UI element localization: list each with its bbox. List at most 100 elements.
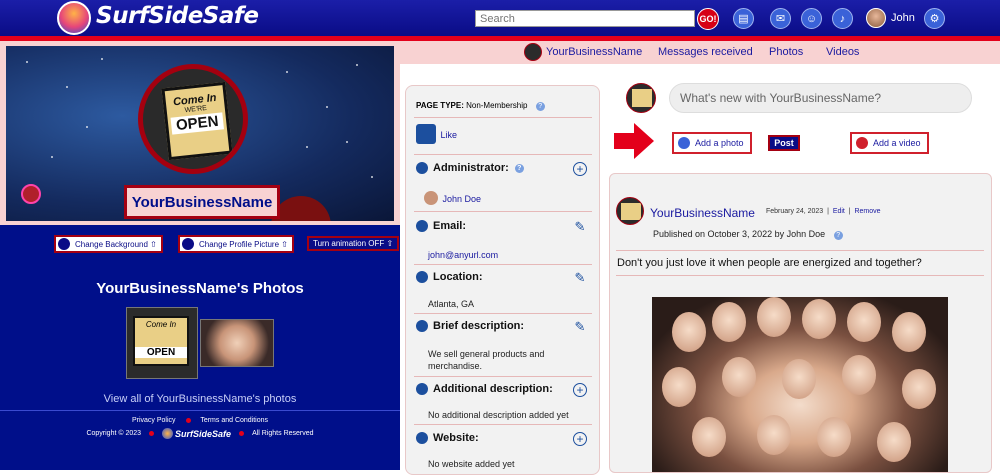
help-icon[interactable]: ? xyxy=(833,231,843,240)
sign-line-3: OPEN xyxy=(170,112,225,135)
like-label: Like xyxy=(440,130,457,141)
brief-description-value: We sell general products and merchandise… xyxy=(428,349,545,371)
add-photo-label: Add a photo xyxy=(695,138,744,148)
globe-icon xyxy=(416,432,428,444)
admin-avatar xyxy=(424,190,438,205)
location-title: Location: xyxy=(433,271,483,283)
status-input[interactable]: What's new with YourBusinessName? xyxy=(669,83,972,113)
email-icon xyxy=(416,220,428,232)
profile-card-icon[interactable]: ▤ xyxy=(733,8,754,29)
profile-picture-icon xyxy=(182,238,194,250)
info-icon xyxy=(416,383,428,395)
location-section: Location: ✎ xyxy=(416,271,591,285)
document-icon xyxy=(416,320,428,332)
photo-thumbnail-group[interactable] xyxy=(200,319,274,367)
nav-item-business[interactable]: YourBusinessName xyxy=(546,46,642,58)
mail-icon[interactable]: ✉ xyxy=(770,8,791,29)
animation-toggle-button[interactable]: Turn animation OFF ⇧ xyxy=(307,236,400,251)
thumb-sign-line-3: OPEN xyxy=(135,347,187,358)
building-icon xyxy=(416,162,428,174)
location-value: Atlanta, GA xyxy=(428,299,475,309)
cover-image: Come In WE'RE OPEN YourBusinessName xyxy=(6,46,394,221)
administrator-name[interactable]: John Doe xyxy=(442,194,481,204)
edit-location-icon[interactable]: ✎ xyxy=(573,271,587,285)
cover-planet xyxy=(271,196,331,221)
site-logo-text[interactable]: SurfSideSafe xyxy=(96,3,259,29)
additional-description-section: Additional description: + xyxy=(416,383,591,397)
administrator-section: Administrator:? + xyxy=(416,162,591,176)
email-title: Email: xyxy=(433,220,467,232)
edit-post-link[interactable]: Edit xyxy=(833,208,845,215)
footer-logo-icon xyxy=(162,428,174,439)
search-input[interactable] xyxy=(475,10,695,27)
pointer-arrow-icon xyxy=(614,123,654,159)
site-logo-icon[interactable] xyxy=(57,1,91,35)
nav-item-photos[interactable]: Photos xyxy=(769,46,803,58)
footer-divider xyxy=(0,410,400,411)
page-type-label: PAGE TYPE: xyxy=(416,101,464,110)
add-description-icon[interactable]: + xyxy=(573,383,587,397)
background-icon xyxy=(58,238,70,250)
page-type-value: Non-Membership xyxy=(466,101,528,110)
additional-description-value: No additional description added yet xyxy=(428,410,569,420)
feed-post: YourBusinessName February 24, 2023 | Edi… xyxy=(609,173,992,473)
email-section: Email: ✎ xyxy=(416,220,591,234)
post-photo[interactable] xyxy=(652,297,948,472)
notifications-bell-icon[interactable]: ♪ xyxy=(832,8,853,29)
view-all-photos-link[interactable]: View all of YourBusinessName's photos xyxy=(0,393,400,405)
footer-links: Privacy Policy Terms and Conditions xyxy=(0,417,400,424)
thumbs-up-icon xyxy=(416,124,436,144)
nav-avatar[interactable] xyxy=(524,43,542,61)
post-text: Don't you just love it when people are e… xyxy=(617,257,922,269)
help-icon[interactable]: ? xyxy=(514,163,524,173)
nav-item-videos[interactable]: Videos xyxy=(826,46,859,58)
change-background-button[interactable]: Change Background ⇧ xyxy=(54,235,163,253)
administrator-entry[interactable]: John Doe xyxy=(416,189,591,207)
nav-item-messages[interactable]: Messages received xyxy=(658,46,753,58)
info-card: PAGE TYPE: Non-Membership ? Like Adminis… xyxy=(405,85,600,475)
open-sign-image: Come In WE'RE OPEN xyxy=(161,81,233,161)
camera-icon xyxy=(678,137,690,149)
post-author-avatar[interactable] xyxy=(616,197,644,225)
cover-pin-icon[interactable] xyxy=(21,184,41,204)
change-background-label: Change Background ⇧ xyxy=(75,239,157,249)
cover-frame: Come In WE'RE OPEN YourBusinessName xyxy=(0,41,400,225)
additional-description-title: Additional description: xyxy=(433,383,553,395)
business-name: YourBusinessName xyxy=(131,193,273,211)
settings-gear-icon[interactable]: ⚙ xyxy=(924,8,945,29)
profile-picture[interactable]: Come In WE'RE OPEN xyxy=(138,64,248,174)
website-title: Website: xyxy=(433,432,479,444)
post-author-name[interactable]: YourBusinessName xyxy=(650,206,755,220)
add-photo-button[interactable]: Add a photo xyxy=(672,132,752,154)
copyright-text: Copyright © 2023 xyxy=(86,430,142,437)
footer-brand: SurfSideSafe xyxy=(175,428,232,439)
edit-email-icon[interactable]: ✎ xyxy=(573,220,587,234)
email-value[interactable]: john@anyurl.com xyxy=(428,250,603,260)
add-administrator-icon[interactable]: + xyxy=(573,162,587,176)
post-published: Published on October 3, 2022 by John Doe… xyxy=(653,229,843,240)
photo-thumbnail-open-sign[interactable]: Come In OPEN xyxy=(126,307,198,379)
add-video-label: Add a video xyxy=(873,138,921,148)
terms-link[interactable]: Terms and Conditions xyxy=(200,417,268,424)
post-button[interactable]: Post xyxy=(768,135,800,151)
change-profile-picture-button[interactable]: Change Profile Picture ⇧ xyxy=(178,235,294,253)
add-video-button[interactable]: Add a video xyxy=(850,132,929,154)
search-go-button[interactable]: GO! xyxy=(697,8,719,30)
user-name[interactable]: John xyxy=(891,12,915,24)
footer-copyright: Copyright © 2023 SurfSideSafe All Rights… xyxy=(0,428,400,439)
rights-text: All Rights Reserved xyxy=(252,430,314,437)
user-avatar[interactable] xyxy=(866,8,886,28)
add-website-icon[interactable]: + xyxy=(573,432,587,446)
friends-icon[interactable]: ☺ xyxy=(801,8,822,29)
website-section: Website: + xyxy=(416,432,591,446)
privacy-policy-link[interactable]: Privacy Policy xyxy=(132,417,176,424)
edit-brief-description-icon[interactable]: ✎ xyxy=(573,320,587,334)
like-row[interactable]: Like xyxy=(416,124,591,144)
brief-description-section: Brief description: ✎ xyxy=(416,320,591,334)
brief-description-title: Brief description: xyxy=(433,320,525,332)
remove-post-link[interactable]: Remove xyxy=(854,208,880,215)
thumb-sign-line-1: Come In xyxy=(145,320,177,329)
page-nav: YourBusinessName Messages received Photo… xyxy=(400,41,1000,64)
top-header: SurfSideSafe GO! ▤ ✉ ☺ ♪ John ⚙ xyxy=(0,0,1000,36)
help-icon[interactable]: ? xyxy=(535,102,545,111)
